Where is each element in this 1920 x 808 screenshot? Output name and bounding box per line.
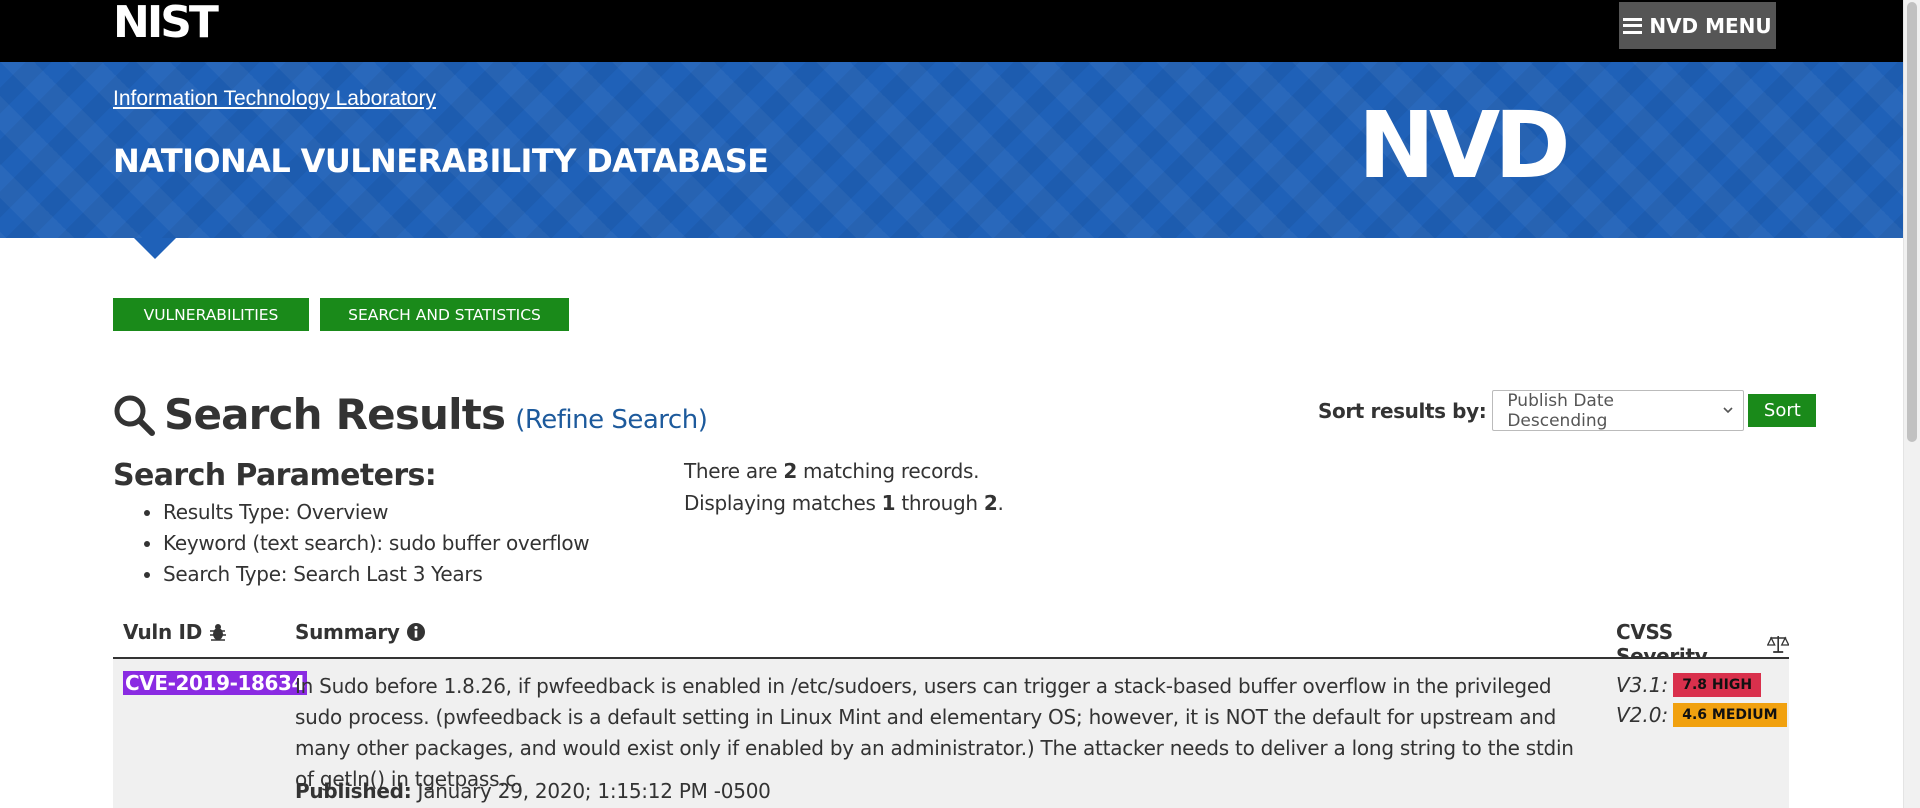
match-from: 1 bbox=[881, 491, 896, 515]
sort-selected-value: Publish Date Descending bbox=[1507, 390, 1614, 431]
match-count: 2 bbox=[783, 459, 797, 483]
search-icon bbox=[114, 395, 155, 436]
results-heading: Search Results (Refine Search) bbox=[113, 390, 708, 439]
nvd-logo[interactable]: NVD bbox=[1358, 107, 1638, 182]
search-parameters-title: Search Parameters: bbox=[113, 458, 437, 493]
cve-summary: In Sudo before 1.8.26, if pwfeedback is … bbox=[295, 674, 1574, 791]
column-header-vuln-id: Vuln ID bbox=[123, 620, 228, 644]
match-info: There are 2 matching records. Displaying… bbox=[684, 455, 1004, 519]
nvd-menu-button[interactable]: NVD MENU bbox=[1619, 2, 1776, 49]
svg-text:NVD: NVD bbox=[1358, 107, 1566, 182]
sort-button[interactable]: Sort bbox=[1748, 394, 1817, 427]
sort-label: Sort results by: bbox=[1318, 398, 1487, 423]
sort-controls: Sort results by: Publish Date Descending… bbox=[1318, 390, 1817, 431]
match-to: 2 bbox=[983, 491, 998, 515]
param-keyword: Keyword (text search): sudo buffer overf… bbox=[163, 528, 590, 559]
scrollbar-thumb[interactable] bbox=[1907, 2, 1917, 442]
cvss-v3-severity-badge[interactable]: 7.8 HIGH bbox=[1673, 673, 1762, 697]
itl-link[interactable]: Information Technology Laboratory bbox=[113, 87, 436, 111]
matching-records-line: There are 2 matching records. bbox=[684, 459, 980, 483]
hamburger-icon bbox=[1623, 17, 1643, 34]
banner: Information Technology Laboratory NATION… bbox=[0, 62, 1903, 238]
vertical-scrollbar[interactable] bbox=[1903, 0, 1920, 808]
table-header: Vuln ID Summary CVSS Severity bbox=[113, 612, 1789, 668]
cvss-v2: V2.0: 4.6 MEDIUM bbox=[1616, 703, 1787, 727]
published-label: Published: bbox=[295, 779, 412, 803]
cvss-v3: V3.1: 7.8 HIGH bbox=[1616, 673, 1762, 697]
cve-id-link[interactable]: CVE-2019-18634 bbox=[123, 671, 308, 695]
sort-select[interactable]: Publish Date Descending bbox=[1492, 390, 1745, 431]
refine-search-link[interactable]: (Refine Search) bbox=[515, 405, 708, 435]
nvd-menu-label: NVD MENU bbox=[1649, 13, 1772, 38]
database-title: NATIONAL VULNERABILITY DATABASE bbox=[113, 142, 769, 180]
cvss-version-label: V3.1: bbox=[1616, 673, 1669, 697]
published-value: January 29, 2020; 1:15:12 PM -0500 bbox=[411, 779, 771, 803]
cvss-v2-severity-badge[interactable]: 4.6 MEDIUM bbox=[1673, 703, 1787, 727]
tab-search-and-statistics[interactable]: SEARCH AND STATISTICS bbox=[320, 298, 569, 331]
top-bar: NIST NVD MENU bbox=[0, 0, 1903, 62]
displaying-line: Displaying matches 1 through 2. bbox=[684, 491, 1004, 515]
scales-icon bbox=[1766, 636, 1789, 653]
svg-text:NIST: NIST bbox=[113, 2, 219, 40]
results-title: Search Results bbox=[164, 390, 506, 439]
nist-logo[interactable]: NIST bbox=[113, 2, 253, 40]
bug-icon bbox=[210, 624, 227, 641]
nav-pointer bbox=[134, 238, 176, 259]
published-date: Published: January 29, 2020; 1:15:12 PM … bbox=[295, 779, 771, 803]
param-results-type: Results Type: Overview bbox=[163, 497, 589, 528]
tab-vulnerabilities[interactable]: VULNERABILITIES bbox=[113, 298, 309, 331]
table-row: CVE-2019-18634 In Sudo before 1.8.26, if… bbox=[113, 659, 1789, 808]
search-parameters-list: Results Type: Overview Keyword (text sea… bbox=[113, 497, 590, 590]
chevron-down-icon bbox=[1723, 407, 1733, 414]
param-search-type: Search Type: Search Last 3 Years bbox=[163, 559, 589, 590]
info-icon[interactable] bbox=[406, 622, 426, 642]
column-header-summary: Summary bbox=[295, 620, 426, 644]
cvss-version-label: V2.0: bbox=[1616, 703, 1669, 727]
